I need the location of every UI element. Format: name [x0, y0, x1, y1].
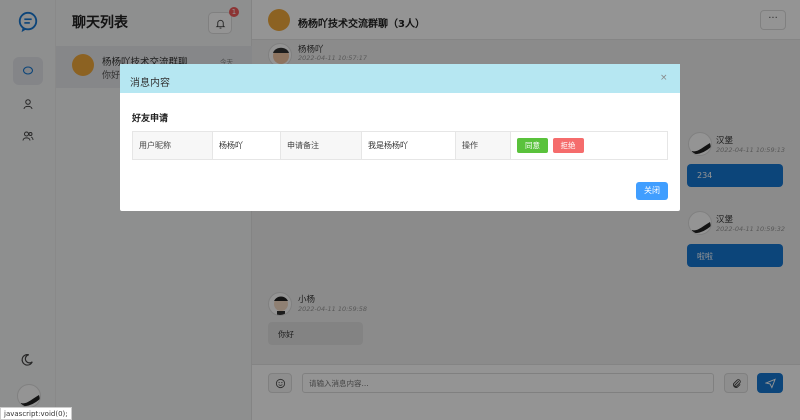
friend-request-table: 用户昵称 杨杨吖 申请备注 我是杨杨吖 操作 同意 拒绝 — [132, 131, 668, 160]
dialog-title: 消息内容 — [130, 78, 170, 89]
action-label: 操作 — [455, 131, 511, 160]
reject-button[interactable]: 拒绝 — [552, 138, 584, 153]
nickname-value: 杨杨吖 — [212, 131, 281, 160]
close-button[interactable]: 关闭 — [636, 182, 668, 200]
note-value: 我是杨杨吖 — [361, 131, 456, 160]
agree-button[interactable]: 同意 — [517, 138, 548, 153]
status-bar: javascript:void(0); — [0, 407, 72, 420]
action-cell: 同意 拒绝 — [510, 131, 668, 160]
note-label: 申请备注 — [280, 131, 362, 160]
nickname-label: 用户昵称 — [132, 131, 213, 160]
table-row: 用户昵称 杨杨吖 申请备注 我是杨杨吖 操作 同意 拒绝 — [132, 131, 668, 160]
message-dialog: 消息内容 × 好友申请 用户昵称 杨杨吖 申请备注 我是杨杨吖 操作 同意 拒绝… — [120, 64, 680, 211]
section-title: 好友申请 — [132, 114, 169, 124]
close-icon[interactable]: × — [660, 73, 668, 83]
dialog-header: 消息内容 × — [120, 64, 680, 93]
